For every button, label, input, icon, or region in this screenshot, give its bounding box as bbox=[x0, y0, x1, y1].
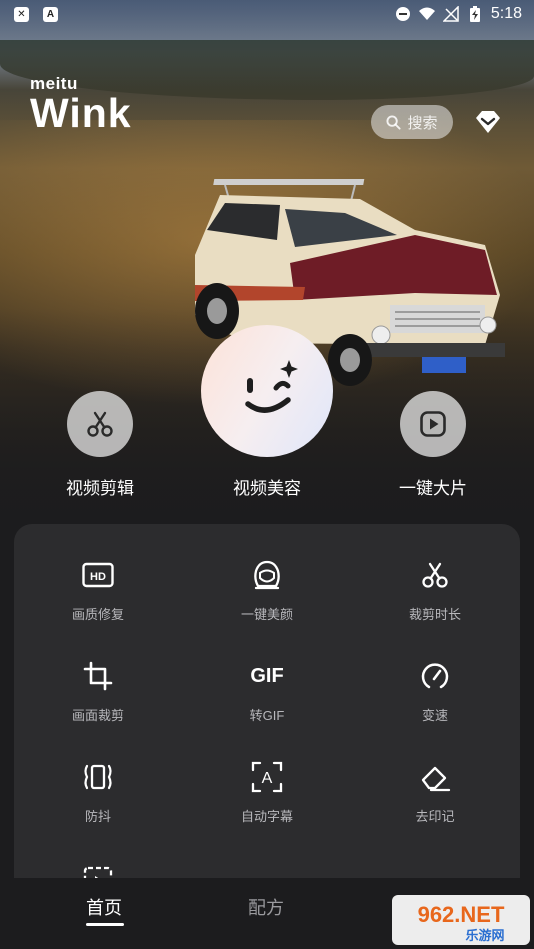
wifi-icon bbox=[418, 7, 435, 20]
app-logo: meitu Wink bbox=[30, 75, 132, 136]
tool-label: 转GIF bbox=[249, 708, 285, 723]
tool-quality-repair[interactable]: HD 画质修复 bbox=[23, 558, 173, 623]
vip-diamond-icon[interactable] bbox=[473, 107, 503, 137]
one-click-blockbuster-circle[interactable] bbox=[400, 391, 466, 457]
one-click-blockbuster-label: 一键大片 bbox=[399, 479, 467, 498]
tool-speed[interactable]: 变速 bbox=[360, 659, 510, 724]
nav-active-indicator bbox=[86, 923, 124, 926]
tool-to-gif[interactable]: GIF 转GIF bbox=[192, 659, 342, 724]
status-bar: ✕ A 5:18 bbox=[0, 0, 534, 30]
video-beauty-label: 视频美容 bbox=[233, 479, 301, 498]
tool-stabilize[interactable]: 防抖 bbox=[23, 760, 173, 825]
battery-charging-icon bbox=[469, 6, 480, 22]
svg-text:962.NET: 962.NET bbox=[418, 902, 505, 927]
video-beauty-circle[interactable] bbox=[201, 325, 333, 457]
search-button[interactable]: 搜索 bbox=[371, 105, 453, 139]
tool-label: 自动字幕 bbox=[240, 809, 293, 824]
video-edit-circle[interactable] bbox=[67, 391, 133, 457]
site-watermark-logo: 962.NET 乐游网 bbox=[392, 895, 530, 945]
subtitle-icon-letter: A bbox=[262, 770, 273, 787]
tool-frame-crop[interactable]: 画面裁剪 bbox=[23, 659, 173, 724]
one-click-blockbuster-button[interactable]: 一键大片 bbox=[383, 391, 483, 499]
tool-label: 画面裁剪 bbox=[71, 708, 124, 723]
tool-label: 裁剪时长 bbox=[408, 607, 461, 622]
face-outline-icon bbox=[250, 558, 284, 592]
scissors-icon bbox=[418, 558, 452, 592]
video-beauty-button[interactable]: 视频美容 bbox=[192, 325, 342, 499]
tool-label: 变速 bbox=[421, 708, 448, 723]
play-icon bbox=[420, 411, 446, 437]
font-app-icon: A bbox=[43, 7, 58, 22]
status-time: 5:18 bbox=[490, 5, 522, 22]
search-icon bbox=[386, 114, 402, 130]
stabilize-icon bbox=[81, 760, 115, 794]
wink-face-icon bbox=[245, 360, 298, 413]
tool-trim-duration[interactable]: 裁剪时长 bbox=[360, 558, 510, 623]
search-placeholder: 搜索 bbox=[407, 114, 438, 132]
no-signal-icon bbox=[442, 6, 459, 22]
video-edit-button[interactable]: 视频剪辑 bbox=[50, 391, 150, 499]
eraser-icon bbox=[418, 760, 452, 794]
speed-gauge-icon bbox=[418, 659, 452, 693]
video-edit-label: 视频剪辑 bbox=[66, 479, 134, 498]
gif-icon-text: GIF bbox=[250, 664, 284, 687]
tool-one-click-beauty[interactable]: 一键美颜 bbox=[192, 558, 342, 623]
hd-icon: HD bbox=[81, 558, 115, 592]
tool-label: 画质修复 bbox=[71, 607, 124, 622]
crop-icon bbox=[81, 659, 115, 693]
auto-subtitle-icon: A bbox=[250, 760, 284, 794]
nav-home[interactable]: 首页 bbox=[86, 894, 122, 920]
tool-auto-subtitle[interactable]: A 自动字幕 bbox=[192, 760, 342, 825]
svg-text:HD: HD bbox=[90, 571, 106, 583]
nav-recipes[interactable]: 配方 bbox=[248, 894, 284, 920]
tool-remove-watermark[interactable]: 去印记 bbox=[360, 760, 510, 825]
tools-panel: HD 画质修复 一键美颜 裁剪时长 画面裁剪 GIF 转GIF 变速 防抖 A … bbox=[14, 524, 520, 904]
logo-wink-text: Wink bbox=[30, 90, 132, 136]
tool-label: 一键美颜 bbox=[240, 607, 293, 622]
svg-text:乐游网: 乐游网 bbox=[465, 928, 504, 944]
tool-label: 防抖 bbox=[84, 809, 111, 824]
gif-icon: GIF bbox=[250, 659, 284, 693]
scissors-icon bbox=[87, 411, 113, 437]
do-not-disturb-icon bbox=[395, 7, 410, 21]
tool-label: 去印记 bbox=[415, 809, 455, 824]
close-notification-icon: ✕ bbox=[14, 7, 29, 22]
